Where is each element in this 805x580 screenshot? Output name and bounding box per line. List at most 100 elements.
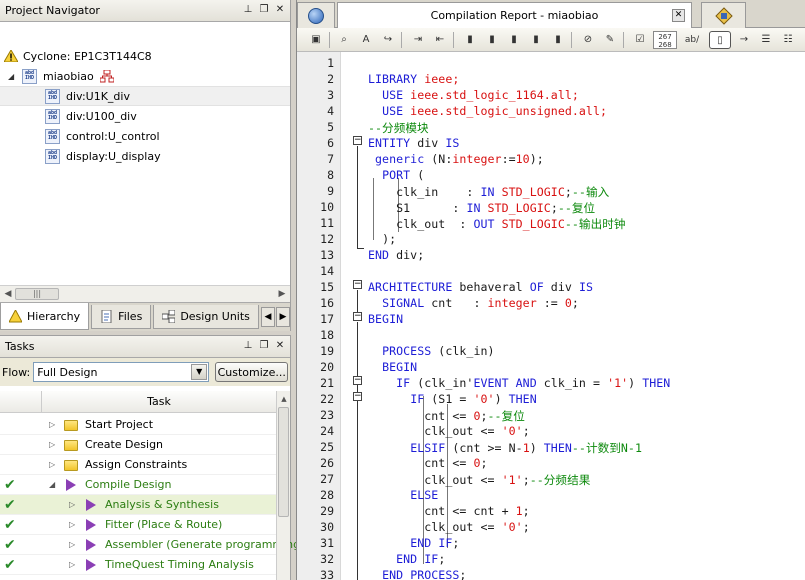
tab-next-document[interactable] <box>701 2 746 28</box>
task-label: Analysis & Synthesis <box>105 498 219 511</box>
tab-hierarchy[interactable]: Hierarchy <box>0 303 90 330</box>
code-token: clk_in = <box>536 376 608 390</box>
expand-arrow-icon[interactable]: ▷ <box>49 440 55 449</box>
comment-icon[interactable]: ✎ <box>601 31 619 49</box>
line-number: 29 <box>320 504 334 518</box>
bookmark-clear-icon[interactable]: ▮ <box>527 31 545 49</box>
tab-files[interactable]: Files <box>91 305 152 329</box>
expand-arrow-icon[interactable]: ▷ <box>69 520 75 529</box>
tab-scroll-right-icon[interactable]: ▶ <box>276 307 290 327</box>
code-token: ENTITY <box>368 136 411 150</box>
code-token: 0 <box>473 456 481 470</box>
restore-icon[interactable]: ❐ <box>258 4 270 16</box>
fold-toggle-icon[interactable]: − <box>353 280 362 289</box>
task-label: Assign Constraints <box>85 458 188 471</box>
bookmark-previous-icon[interactable]: ▮ <box>505 31 523 49</box>
play-icon[interactable] <box>86 499 96 511</box>
close-icon[interactable]: ✕ <box>274 340 286 352</box>
play-icon[interactable] <box>86 539 96 551</box>
close-icon[interactable]: ✕ <box>672 9 685 22</box>
instance-label: control:U_control <box>66 129 160 143</box>
task-row[interactable]: ✔ ▷ Assembler (Generate programming <box>0 535 300 555</box>
task-row[interactable]: ▷ Assign Constraints <box>0 455 276 475</box>
fold-toggle-icon[interactable]: − <box>353 376 362 385</box>
task-row[interactable]: ✔ ▷ Analysis & Synthesis <box>0 495 276 515</box>
restore-icon[interactable]: ❐ <box>258 340 270 352</box>
pin-icon[interactable]: ⊥ <box>242 340 254 352</box>
entity-icon: abd IHD <box>45 108 60 124</box>
task-row[interactable]: ▷ Start Project <box>0 415 276 435</box>
tasks-titlebar: Tasks ⊥ ❐ ✕ <box>0 336 290 358</box>
code-token: STD_LOGIC <box>501 185 565 199</box>
vertical-scrollbar[interactable]: ▲ <box>276 391 290 580</box>
horizontal-scrollbar[interactable]: ◀ ||| ▶ <box>0 285 290 302</box>
play-icon[interactable] <box>86 519 96 531</box>
replace-icon[interactable]: A <box>357 31 375 49</box>
task-row[interactable]: ✔ ▷ Fitter (Place & Route) <box>0 515 276 535</box>
expand-arrow-icon[interactable]: ▷ <box>69 560 75 569</box>
checklist-icon[interactable]: ☑ <box>631 31 649 49</box>
play-icon[interactable] <box>86 559 96 571</box>
code-token: behaveral <box>452 280 530 294</box>
instance-label: div:U1K_div <box>66 89 130 103</box>
instance-row[interactable]: abd IHD div:U1K_div <box>0 86 290 106</box>
outdent-icon[interactable]: ⇤ <box>431 31 449 49</box>
tab-design-units[interactable]: Design Units <box>153 305 259 329</box>
close-icon[interactable]: ✕ <box>274 4 286 16</box>
scroll-right-icon[interactable]: ▶ <box>276 288 288 300</box>
split-view-icon[interactable]: ▯ <box>709 31 731 49</box>
instance-row[interactable]: abd IHD display:U_display <box>0 146 290 166</box>
flow-label: Flow: <box>2 365 31 379</box>
arrow-right-icon[interactable]: → <box>735 31 753 49</box>
code-token: ; <box>438 552 446 566</box>
goto-line-icon[interactable]: ↪ <box>379 31 397 49</box>
flow-select[interactable]: Full Design ▼ <box>33 362 210 382</box>
customize-button[interactable]: Customize... <box>215 362 289 382</box>
device-row[interactable]: Cyclone: EP1C3T144C8 <box>0 46 290 66</box>
task-row[interactable]: ✔ ◢ Compile Design <box>0 475 276 495</box>
save-icon[interactable]: ▣ <box>307 31 325 49</box>
toggle-case-button[interactable]: ab/ <box>681 31 703 49</box>
play-icon[interactable] <box>66 479 76 491</box>
code-token: IF <box>396 376 411 390</box>
fold-toggle-icon[interactable]: − <box>353 312 362 321</box>
chevron-down-icon[interactable]: ▼ <box>191 364 208 380</box>
pin-icon[interactable]: ⊥ <box>242 4 254 16</box>
bookmark-next-icon[interactable]: ▮ <box>483 31 501 49</box>
find-icon[interactable]: ⌕ <box>335 31 353 49</box>
fold-toggle-icon[interactable]: − <box>353 392 362 401</box>
instance-row[interactable]: abd IHD div:U100_div <box>0 106 290 126</box>
expand-arrow-icon[interactable]: ▷ <box>69 540 75 549</box>
fold-toggle-icon[interactable]: − <box>353 136 362 145</box>
collapse-arrow-icon[interactable]: ◢ <box>49 480 55 489</box>
line-number-badge[interactable]: 267 268 <box>653 31 677 49</box>
badge-top: 267 <box>658 33 672 41</box>
more-icon[interactable]: ▭ <box>801 31 805 49</box>
expand-arrow-icon[interactable]: ▷ <box>49 420 55 429</box>
instance-row[interactable]: abd IHD control:U_control <box>0 126 290 146</box>
task-row[interactable]: ✔ ▷ TimeQuest Timing Analysis <box>0 555 276 575</box>
bookmark-clear-all-icon[interactable]: ▮ <box>549 31 567 49</box>
task-row[interactable]: ▷ Create Design <box>0 435 276 455</box>
scroll-left-icon[interactable]: ◀ <box>2 288 14 300</box>
expand-caret-icon[interactable]: ◢ <box>8 72 18 81</box>
outline-icon[interactable]: ☰ <box>757 31 775 49</box>
scroll-thumb[interactable]: ||| <box>15 288 59 300</box>
attach-icon[interactable]: ⊘ <box>579 31 597 49</box>
expand-arrow-icon[interactable]: ▷ <box>49 460 55 469</box>
scroll-thumb[interactable] <box>278 407 289 517</box>
indent-icon[interactable]: ⇥ <box>409 31 427 49</box>
top-entity-row[interactable]: ◢ abd IHD miaobiao <box>0 66 290 86</box>
code-token: ELSIF <box>410 441 446 455</box>
expand-arrow-icon[interactable]: ▷ <box>69 500 75 509</box>
scroll-up-icon[interactable]: ▲ <box>278 393 290 405</box>
tab-compilation-report[interactable]: Compilation Report - miaobiao ✕ <box>337 2 692 28</box>
code-token: IN <box>466 201 481 215</box>
code-editor[interactable]: 1 2 3 4 5 6 7 8 9 10 11 12 13 14 15 16 17 18 19 20 21 22 23 24 2… <box>297 52 805 580</box>
list-icon[interactable]: ☷ <box>779 31 797 49</box>
tab-scroll-left-icon[interactable]: ◀ <box>261 307 275 327</box>
line-number: 22 <box>320 392 334 406</box>
tab-previous-document[interactable] <box>297 2 335 28</box>
bookmark-toggle-icon[interactable]: ▮ <box>461 31 479 49</box>
line-number: 8 <box>327 168 334 182</box>
